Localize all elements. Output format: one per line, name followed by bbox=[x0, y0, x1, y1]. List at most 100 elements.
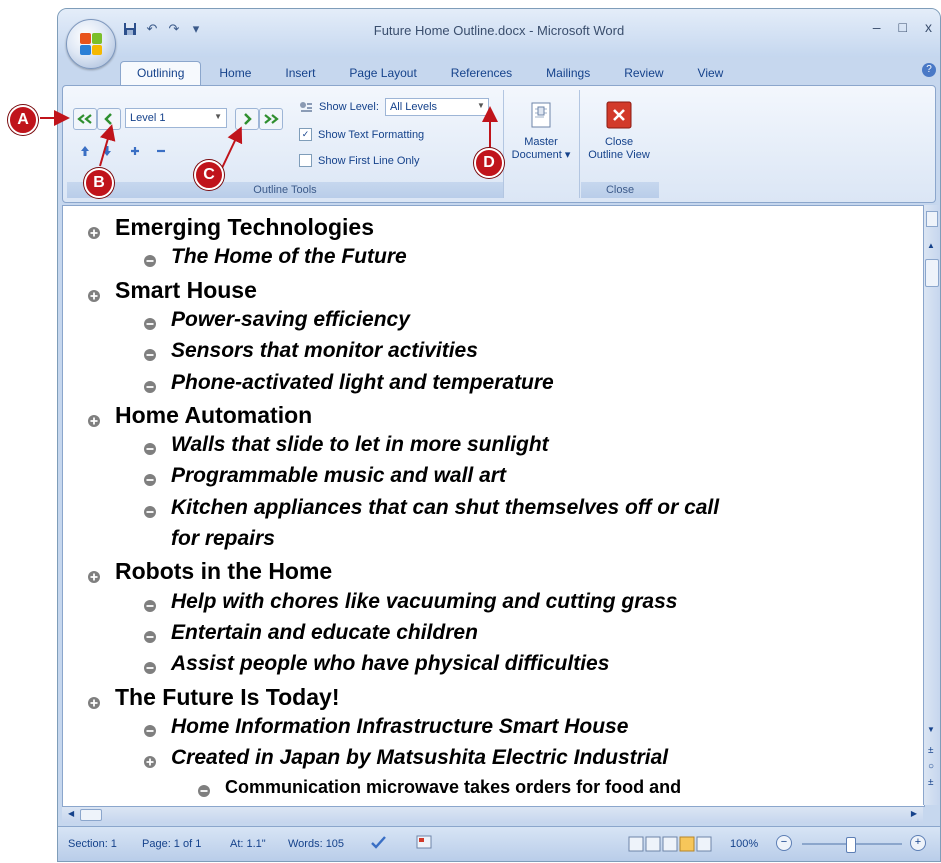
collapse-minus-icon[interactable] bbox=[143, 376, 161, 394]
show-level-value: All Levels bbox=[389, 101, 438, 113]
collapse-minus-icon[interactable] bbox=[197, 782, 215, 800]
outline-level-select[interactable]: Level 1 ▼ bbox=[125, 108, 227, 128]
vertical-scroll-thumb[interactable] bbox=[925, 259, 939, 287]
outline-item-level-2[interactable]: Phone-activated light and temperature bbox=[143, 371, 554, 395]
collapse-button[interactable] bbox=[149, 140, 173, 162]
outline-item-level-2[interactable]: Entertain and educate children bbox=[143, 621, 478, 645]
vertical-scrollbar[interactable]: ▲ ▼ ± ○ ± bbox=[923, 205, 940, 805]
promote-to-heading1-button[interactable] bbox=[73, 108, 97, 130]
outline-item-level-2[interactable]: Walls that slide to let in more sunlight bbox=[143, 433, 549, 457]
status-words[interactable]: Words: 105 bbox=[288, 838, 344, 850]
outline-item-level-2[interactable]: Home Information Infrastructure Smart Ho… bbox=[143, 715, 628, 739]
promote-button[interactable] bbox=[97, 108, 121, 130]
expand-button[interactable] bbox=[123, 140, 147, 162]
down-arrow-icon bbox=[103, 146, 111, 156]
previous-page-icon[interactable]: ± bbox=[928, 745, 934, 756]
expand-plus-icon[interactable] bbox=[87, 219, 105, 239]
move-down-button[interactable] bbox=[95, 140, 119, 162]
status-at[interactable]: At: 1.1" bbox=[230, 838, 266, 850]
scroll-left-icon[interactable]: ◀ bbox=[68, 809, 74, 818]
word-window: ↶ ↷ ▾ Future Home Outline.docx - Microso… bbox=[57, 8, 941, 862]
show-level-select[interactable]: All Levels ▼ bbox=[384, 98, 489, 116]
zoom-out-button[interactable]: − bbox=[776, 835, 792, 851]
outline-item-level-1[interactable]: The Future Is Today! bbox=[87, 684, 339, 711]
collapse-minus-icon[interactable] bbox=[143, 313, 161, 331]
collapse-minus-icon[interactable] bbox=[143, 595, 161, 613]
scroll-down-icon[interactable]: ▼ bbox=[927, 725, 935, 734]
outline-item-level-1[interactable]: Home Automation bbox=[87, 402, 312, 429]
collapse-minus-icon[interactable] bbox=[143, 657, 161, 675]
collapse-minus-icon[interactable] bbox=[143, 720, 161, 738]
outline-item-level-2[interactable]: Assist people who have physical difficul… bbox=[143, 652, 609, 676]
close-window-button[interactable]: x bbox=[925, 19, 932, 35]
ruler-toggle-icon[interactable] bbox=[926, 211, 938, 227]
maximize-button[interactable]: □ bbox=[899, 19, 907, 35]
expand-plus-icon[interactable] bbox=[143, 751, 161, 769]
close-outline-line1: Close bbox=[604, 136, 634, 148]
outline-item-text: Assist people who have physical difficul… bbox=[171, 652, 610, 676]
macro-record-icon[interactable] bbox=[416, 835, 432, 852]
zoom-slider-thumb[interactable] bbox=[846, 837, 856, 853]
tab-mailings[interactable]: Mailings bbox=[530, 62, 606, 85]
minimize-button[interactable]: – bbox=[873, 19, 881, 35]
status-section[interactable]: Section: 1 bbox=[68, 838, 117, 850]
show-text-formatting-checkbox[interactable]: ✓ bbox=[299, 128, 312, 141]
master-document-button[interactable]: Master Document ▾ bbox=[509, 100, 573, 162]
tab-references[interactable]: References bbox=[435, 62, 528, 85]
next-page-icon[interactable]: ± bbox=[928, 777, 934, 788]
office-button[interactable] bbox=[66, 19, 116, 69]
outline-item-level-1[interactable]: Emerging Technologies bbox=[87, 214, 374, 241]
close-outline-view-button[interactable]: Close Outline View bbox=[587, 100, 651, 162]
outline-item-level-2[interactable]: Created in Japan by Matsushita Electric … bbox=[143, 746, 668, 770]
demote-to-body-text-button[interactable] bbox=[259, 108, 283, 130]
document-area[interactable]: Emerging Technologies The Home of the Fut… bbox=[62, 205, 925, 807]
outline-level-value: Level 1 bbox=[130, 112, 166, 124]
tab-page-layout[interactable]: Page Layout bbox=[333, 62, 432, 85]
outline-item-level-2[interactable]: Kitchen appliances that can shut themsel… bbox=[143, 496, 719, 520]
zoom-level[interactable]: 100% bbox=[730, 838, 758, 850]
status-page[interactable]: Page: 1 of 1 bbox=[142, 838, 201, 850]
expand-plus-icon[interactable] bbox=[87, 407, 105, 427]
demote-button[interactable] bbox=[235, 108, 259, 130]
outline-item-level-2[interactable]: for repairs bbox=[143, 527, 275, 551]
callout-b: B bbox=[84, 168, 114, 198]
tab-insert[interactable]: Insert bbox=[269, 62, 331, 85]
outline-item-level-1[interactable]: Smart House bbox=[87, 277, 257, 304]
collapse-minus-icon[interactable] bbox=[143, 501, 161, 519]
collapse-minus-icon[interactable] bbox=[143, 469, 161, 487]
outline-item-text: for repairs bbox=[171, 527, 275, 550]
expand-plus-icon[interactable] bbox=[87, 563, 105, 584]
scroll-right-icon[interactable]: ▶ bbox=[911, 809, 917, 818]
move-up-button[interactable] bbox=[73, 140, 97, 162]
tab-outlining[interactable]: Outlining bbox=[120, 61, 202, 85]
expand-plus-icon[interactable] bbox=[87, 689, 105, 709]
tab-review[interactable]: Review bbox=[608, 62, 679, 85]
show-first-line-only-checkbox[interactable] bbox=[299, 154, 312, 167]
select-browse-object-icon[interactable]: ○ bbox=[928, 761, 934, 772]
outline-item-level-2[interactable]: Sensors that monitor activities bbox=[143, 339, 478, 363]
outline-item-text: The Future Is Today! bbox=[115, 683, 340, 710]
outline-item-level-3[interactable]: Communication microwave takes orders for… bbox=[197, 777, 681, 800]
show-level-icon bbox=[300, 102, 312, 112]
outline-item-text: Created in Japan by Matsushita Electric … bbox=[171, 746, 669, 770]
outline-item-level-2[interactable]: Power-saving efficiency bbox=[143, 308, 410, 332]
tab-home[interactable]: Home bbox=[203, 62, 267, 85]
horizontal-scroll-thumb[interactable] bbox=[80, 809, 102, 821]
collapse-minus-icon[interactable] bbox=[143, 438, 161, 456]
collapse-minus-icon[interactable] bbox=[143, 626, 161, 644]
tab-view[interactable]: View bbox=[682, 62, 740, 85]
outline-item-level-1[interactable]: Robots in the Home bbox=[87, 558, 332, 585]
horizontal-scrollbar[interactable]: ◀ ▶ bbox=[62, 806, 923, 823]
show-text-formatting-label: Show Text Formatting bbox=[318, 128, 425, 141]
outline-item-level-2[interactable]: The Home of the Future bbox=[143, 245, 407, 269]
scroll-up-icon[interactable]: ▲ bbox=[927, 241, 935, 250]
chevron-down-icon: ▼ bbox=[214, 112, 222, 121]
help-icon[interactable]: ? bbox=[922, 63, 936, 77]
proofing-icon[interactable] bbox=[370, 834, 388, 853]
zoom-in-button[interactable]: + bbox=[910, 835, 926, 851]
expand-plus-icon[interactable] bbox=[87, 282, 105, 302]
outline-item-level-2[interactable]: Help with chores like vacuuming and cutt… bbox=[143, 590, 677, 614]
collapse-minus-icon[interactable] bbox=[143, 250, 161, 268]
collapse-minus-icon[interactable] bbox=[143, 344, 161, 362]
outline-item-level-2[interactable]: Programmable music and wall art bbox=[143, 464, 506, 488]
